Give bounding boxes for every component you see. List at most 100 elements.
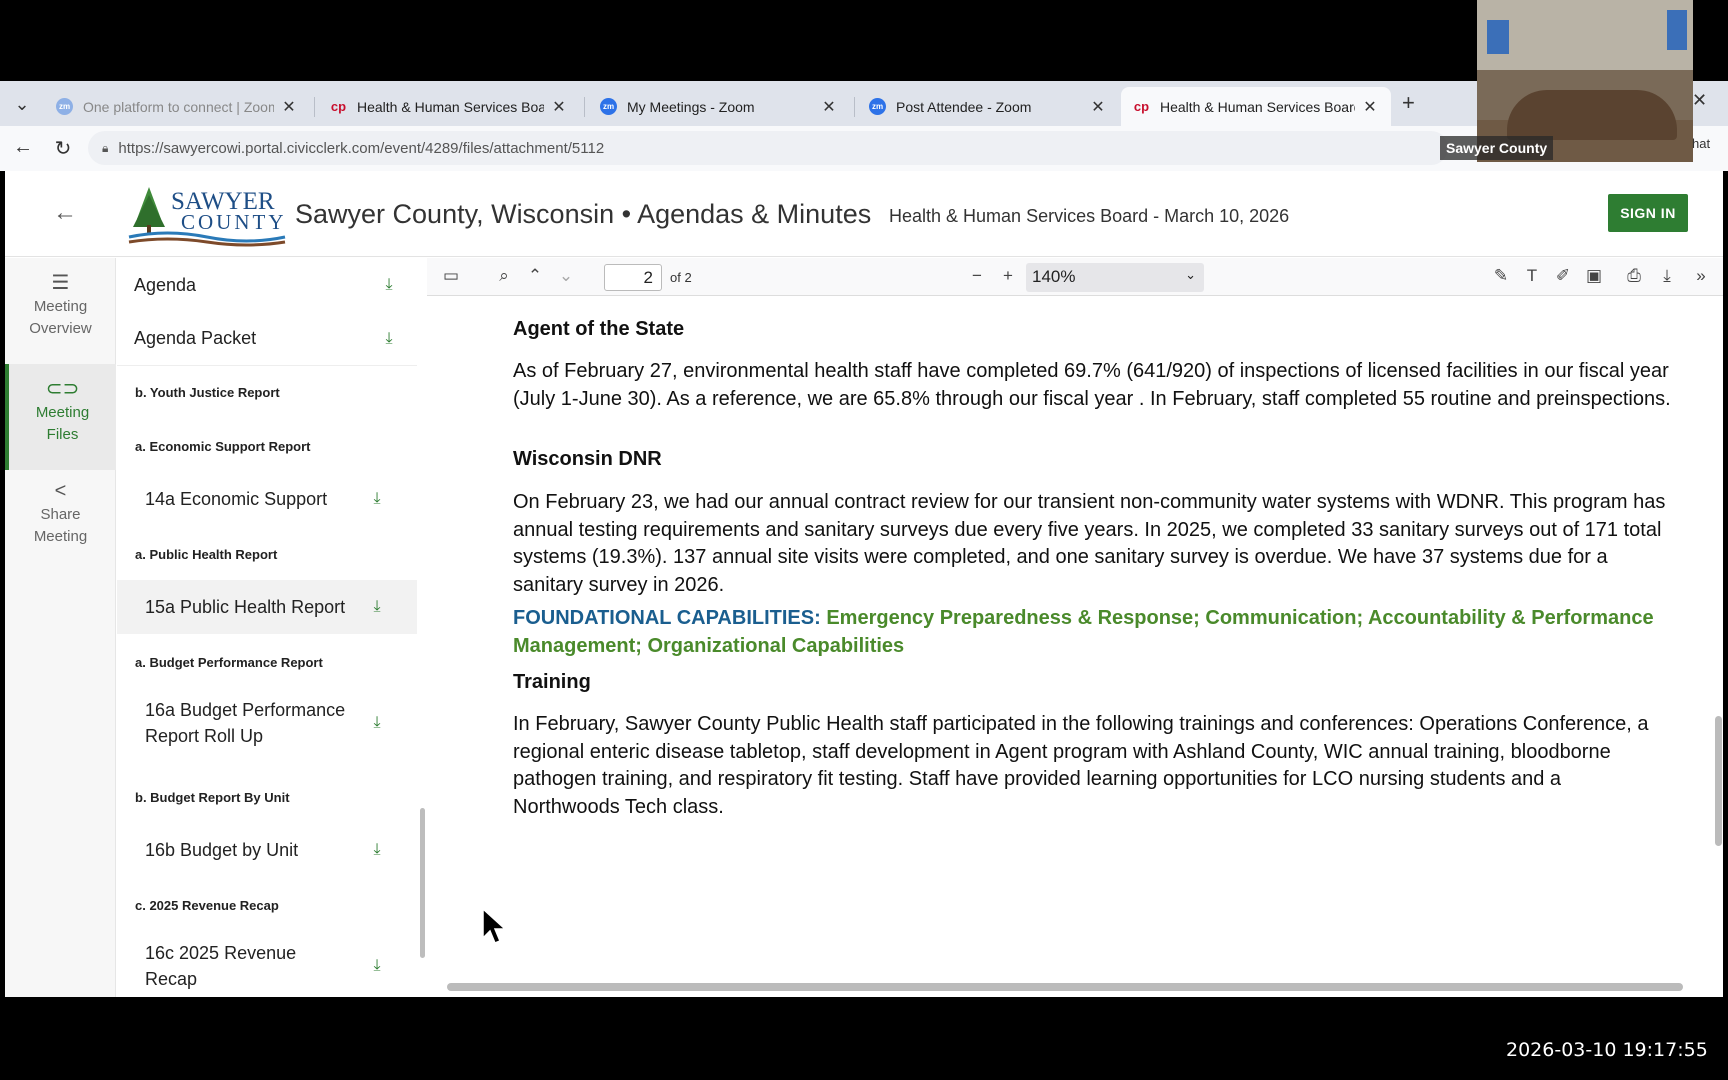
reload-icon[interactable]: ↻ [50, 136, 76, 161]
section-heading: a. Public Health Report [135, 547, 278, 562]
site-info-icon[interactable]: 🔒︎ [102, 141, 108, 156]
sign-in-button[interactable]: SIGN IN [1608, 194, 1688, 232]
zoom-value: 140% [1032, 267, 1076, 286]
new-tab-icon[interactable]: + [1402, 90, 1415, 116]
tab-separator [854, 97, 855, 117]
tab-title: Health & Human Services Board - [1160, 98, 1355, 115]
pdf-vertical-scrollbar[interactable] [1713, 296, 1723, 986]
civicclerk-icon: cp [1133, 99, 1150, 114]
tab-search-icon[interactable]: ⌄ [8, 91, 36, 117]
previous-page-icon[interactable]: ⌃ [523, 266, 547, 286]
download-icon[interactable]: ⤓ [367, 598, 387, 616]
file-revenue-recap[interactable]: 16c 2025 Revenue Recap ⤓ [117, 931, 417, 997]
tab-title: Health & Human Services Board - [357, 98, 544, 115]
recording-timestamp: 2026-03-10 19:17:55 [1506, 1039, 1708, 1061]
heading-training: Training [513, 671, 591, 693]
text-tool-icon[interactable]: T [1520, 266, 1544, 286]
meeting-nav-rail: ☰ Meeting Overview ⊂⊃ Meeting Files < Sh… [5, 258, 116, 997]
download-icon[interactable]: ⤓ [379, 276, 399, 294]
close-icon[interactable]: ✕ [820, 97, 838, 117]
screen: ⌄ zm One platform to connect | Zoom ✕ cp… [0, 0, 1728, 1080]
close-icon[interactable]: ✕ [280, 97, 298, 117]
video-wall [1477, 0, 1693, 70]
back-arrow-icon[interactable]: ← [53, 199, 77, 227]
file-label: 16c 2025 Revenue [145, 943, 297, 963]
share-icon: < [54, 480, 67, 502]
more-tools-icon[interactable]: » [1689, 266, 1713, 286]
files-scrollbar[interactable] [417, 258, 427, 997]
draw-icon[interactable]: ✐ [1551, 266, 1575, 286]
browser-tab-bar: ⌄ zm One platform to connect | Zoom ✕ cp… [0, 81, 1728, 126]
scrollbar-thumb[interactable] [420, 808, 425, 958]
heading-wisconsin-dnr: Wisconsin DNR [513, 448, 662, 470]
print-icon[interactable]: ⎙ [1622, 266, 1646, 286]
tab-my-meetings[interactable]: zm My Meetings - Zoom ✕ [588, 87, 850, 126]
zoom-icon: zm [600, 98, 617, 115]
heading-agent-of-state: Agent of the State [513, 318, 685, 340]
mouse-cursor-icon [482, 908, 507, 944]
zoom-in-icon[interactable]: + [996, 266, 1020, 286]
nav-share-meeting[interactable]: < Share Meeting [5, 480, 116, 548]
next-page-icon[interactable]: ⌄ [554, 266, 578, 286]
tab-zoom-platform[interactable]: zm One platform to connect | Zoom ✕ [44, 87, 310, 126]
highlight-icon[interactable]: ✎ [1489, 266, 1513, 286]
page-count: of 2 [670, 270, 692, 285]
file-label: 15a Public Health Report [145, 596, 346, 617]
pdf-horizontal-scrollbar[interactable] [427, 979, 1713, 993]
zoom-select[interactable]: 140% ⌄ [1026, 263, 1204, 292]
scrollbar-thumb[interactable] [447, 983, 1683, 991]
site-header: ← SAWYER COUNTY Sawyer County, Wisconsin… [5, 171, 1723, 257]
web-page: ← SAWYER COUNTY Sawyer County, Wisconsin… [5, 171, 1723, 997]
video-screen-right [1667, 10, 1687, 50]
logo-text-bottom: COUNTY [181, 210, 287, 234]
tab-health-board-active[interactable]: cp Health & Human Services Board - ✕ [1121, 87, 1391, 126]
zoom-icon: zm [56, 98, 73, 115]
foundational-capabilities: FOUNDATIONAL CAPABILITIES: Emergency Pre… [513, 605, 1673, 660]
attachment-icon: ⊂⊃ [45, 378, 80, 400]
search-icon[interactable]: ⌕ [492, 266, 516, 286]
tab-separator [584, 97, 585, 117]
nav-meeting-overview[interactable]: ☰ Meeting Overview [5, 272, 116, 340]
close-icon[interactable]: ✕ [1692, 90, 1707, 111]
download-icon[interactable]: ⤓ [367, 841, 387, 859]
close-icon[interactable]: ✕ [1361, 97, 1379, 117]
pdf-toolbar: ▭ ⌕ ⌃ ⌄ 2 of 2 − + 140% ⌄ ✎ T ✐ ▣ ⎙ ⤓ » [427, 258, 1723, 296]
nav-label: Files [46, 426, 79, 443]
list-icon: ☰ [51, 272, 70, 294]
sidebar-toggle-icon[interactable]: ▭ [439, 266, 463, 286]
page-number-input[interactable]: 2 [604, 264, 662, 291]
download-icon[interactable]: ⤓ [379, 330, 399, 348]
nav-label: Meeting [33, 528, 88, 545]
download-icon[interactable]: ⤓ [367, 710, 387, 736]
tab-title: My Meetings - Zoom [627, 98, 755, 115]
file-agenda-packet[interactable]: Agenda Packet ⤓ [117, 312, 417, 366]
file-label: Agenda [134, 274, 197, 295]
save-icon[interactable]: ⤓ [1655, 266, 1679, 286]
file-label-wrap: 16c 2025 Revenue Recap [145, 940, 367, 992]
section-heading: b. Budget Report By Unit [135, 790, 290, 805]
nav-meeting-files[interactable]: ⊂⊃ Meeting Files [5, 364, 116, 470]
close-icon[interactable]: ✕ [1089, 97, 1107, 117]
tab-post-attendee[interactable]: zm Post Attendee - Zoom ✕ [857, 87, 1119, 126]
section-heading: a. Budget Performance Report [135, 655, 323, 670]
back-icon[interactable]: ← [10, 136, 36, 159]
image-icon[interactable]: ▣ [1582, 266, 1606, 286]
scrollbar-thumb[interactable] [1715, 716, 1722, 846]
video-participant-label: Sawyer County [1440, 136, 1554, 160]
file-budget-performance[interactable]: 16a Budget Performance Report Roll Up ⤓ [117, 688, 417, 758]
close-icon[interactable]: ✕ [550, 97, 568, 117]
file-agenda[interactable]: Agenda ⤓ [117, 258, 417, 312]
nav-label: Share [40, 506, 81, 523]
video-table [1507, 90, 1677, 140]
paragraph-inspections: As of February 27, environmental health … [513, 360, 1671, 410]
url-field[interactable]: 🔒︎ https://sawyercowi.portal.civicclerk.… [88, 131, 1448, 165]
download-icon[interactable]: ⤓ [367, 953, 387, 979]
download-icon[interactable]: ⤓ [367, 490, 387, 508]
file-public-health-report[interactable]: 15a Public Health Report ⤓ [117, 580, 417, 634]
file-budget-by-unit[interactable]: 16b Budget by Unit ⤓ [117, 823, 417, 877]
zoom-out-icon[interactable]: − [965, 266, 989, 286]
foundational-label: FOUNDATIONAL CAPABILITIES: [513, 607, 821, 629]
tab-health-board[interactable]: cp Health & Human Services Board - ✕ [318, 87, 580, 126]
file-economic-support[interactable]: 14a Economic Support ⤓ [117, 472, 417, 526]
tab-separator [314, 97, 315, 117]
